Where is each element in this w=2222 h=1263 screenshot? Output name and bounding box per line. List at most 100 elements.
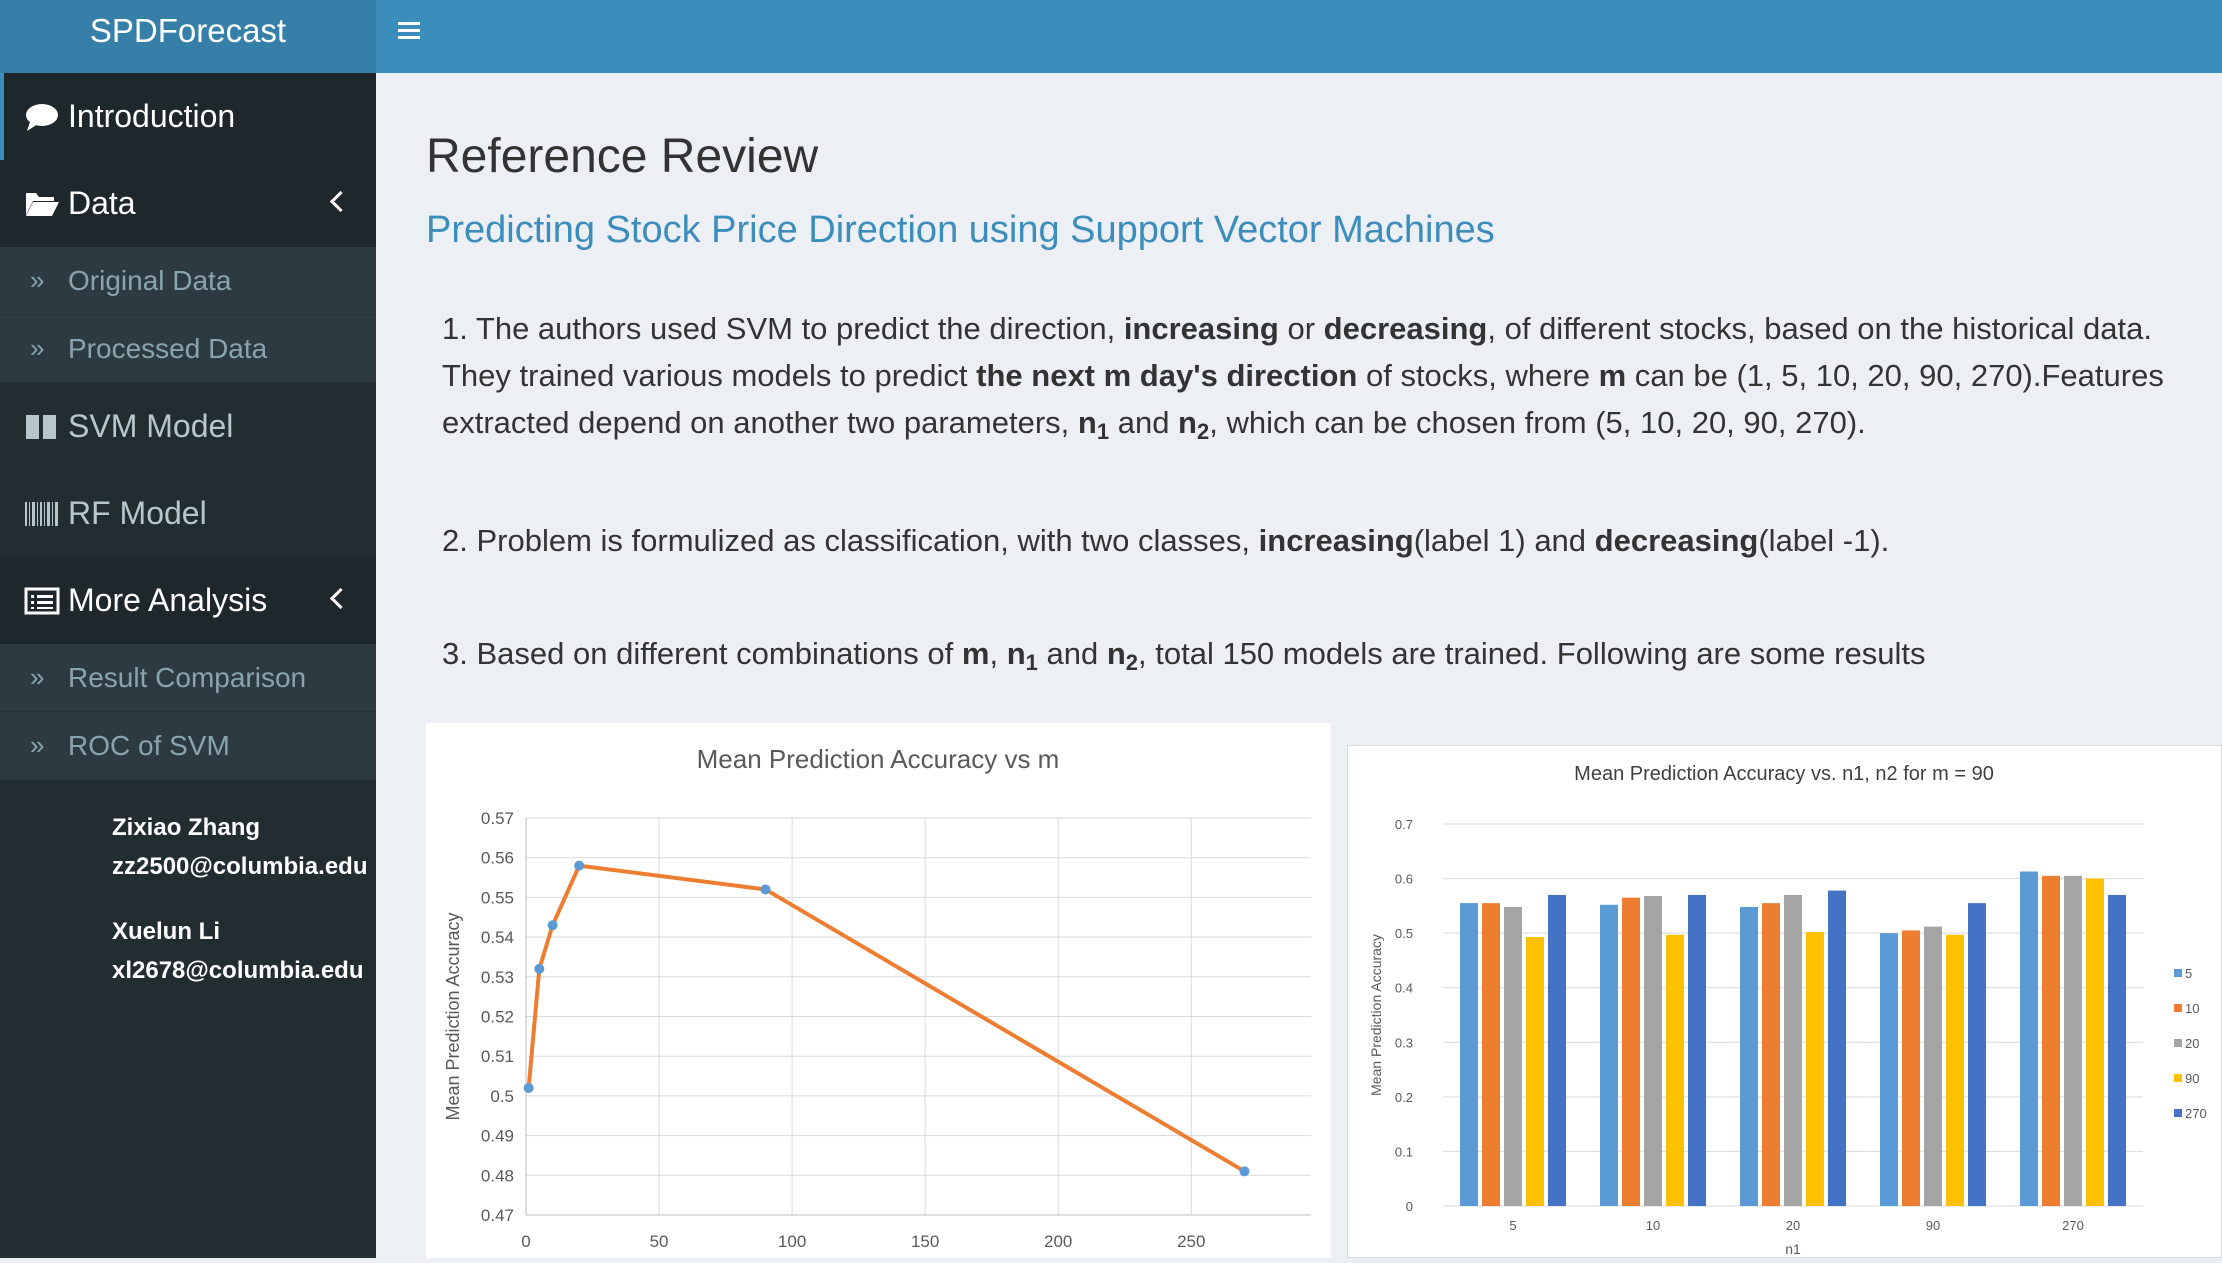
chevron-left-icon bbox=[329, 587, 352, 610]
app-logo[interactable]: SPDForecast bbox=[0, 0, 376, 73]
bar bbox=[1762, 903, 1780, 1206]
bar bbox=[2020, 871, 2038, 1206]
sidebar-item-introduction[interactable]: Introduction bbox=[0, 73, 376, 160]
y-tick-label: 0.6 bbox=[1395, 872, 1413, 887]
sidebar-item-data[interactable]: Data bbox=[0, 160, 376, 247]
sidebar-item-rf-model[interactable]: RF Model bbox=[0, 470, 376, 557]
sidebar-item-label: Original Data bbox=[68, 264, 232, 296]
chart-title: Mean Prediction Accuracy vs m bbox=[697, 744, 1060, 774]
bar bbox=[1460, 903, 1478, 1206]
bar bbox=[1600, 904, 1618, 1206]
paragraph-2: 2. Problem is formulized as classificati… bbox=[442, 523, 1890, 558]
data-point bbox=[534, 963, 545, 974]
double-chevron-icon: » bbox=[30, 662, 45, 692]
x-tick-label: 100 bbox=[778, 1232, 806, 1251]
legend-label: 270 bbox=[2185, 1106, 2207, 1121]
author-email: zz2500@columbia.edu bbox=[112, 853, 368, 880]
sidebar-item-label: RF Model bbox=[68, 495, 207, 531]
author-email: xl2678@columbia.edu bbox=[112, 957, 364, 984]
data-point bbox=[760, 884, 771, 895]
sidebar: Introduction Data » Original Data » Proc… bbox=[0, 73, 376, 1258]
main-content: Reference Review Predicting Stock Price … bbox=[376, 73, 2222, 1258]
sidebar-item-more-analysis[interactable]: More Analysis bbox=[0, 557, 376, 644]
sidebar-item-roc-of-svm[interactable]: » ROC of SVM bbox=[0, 712, 376, 780]
chevron-left-icon bbox=[329, 190, 352, 213]
legend-swatch bbox=[2174, 969, 2182, 977]
sidebar-toggle-icon[interactable] bbox=[398, 22, 420, 40]
sidebar-item-label: Introduction bbox=[68, 98, 236, 134]
x-tick-label: 5 bbox=[1509, 1218, 1516, 1233]
bar bbox=[1548, 894, 1566, 1206]
sidebar-item-result-comparison[interactable]: » Result Comparison bbox=[0, 644, 376, 712]
y-tick-label: 0.53 bbox=[481, 968, 514, 987]
x-axis-label: n1 bbox=[1785, 1241, 1801, 1257]
brand-name: SPDForecast bbox=[89, 12, 287, 49]
y-tick-label: 0.3 bbox=[1395, 1035, 1413, 1050]
sidebar-item-label: SVM Model bbox=[68, 408, 234, 444]
y-tick-label: 0.52 bbox=[481, 1008, 514, 1027]
bar bbox=[2064, 875, 2082, 1206]
paper-title: Predicting Stock Price Direction using S… bbox=[426, 209, 1495, 251]
double-chevron-icon: » bbox=[30, 730, 45, 760]
y-tick-label: 0.1 bbox=[1395, 1144, 1413, 1159]
x-tick-label: 90 bbox=[1926, 1218, 1940, 1233]
y-tick-label: 0.48 bbox=[481, 1166, 514, 1185]
author-entry: Xuelun Li xl2678@columbia.edu bbox=[0, 912, 376, 990]
double-chevron-icon: » bbox=[30, 265, 45, 295]
sidebar-item-label: Data bbox=[68, 185, 136, 221]
y-tick-label: 0.49 bbox=[481, 1127, 514, 1146]
y-tick-label: 0.51 bbox=[481, 1047, 514, 1066]
bar bbox=[1880, 933, 1898, 1206]
legend-label: 90 bbox=[2185, 1071, 2199, 1086]
data-point bbox=[523, 1082, 534, 1093]
x-tick-label: 20 bbox=[1786, 1218, 1800, 1233]
series-line bbox=[526, 863, 1246, 1174]
y-tick-label: 0.56 bbox=[481, 849, 514, 868]
x-tick-label: 200 bbox=[1044, 1232, 1072, 1251]
bar bbox=[2086, 878, 2104, 1206]
legend-label: 10 bbox=[2185, 1001, 2199, 1016]
y-tick-label: 0.7 bbox=[1395, 817, 1413, 832]
x-tick-label: 0 bbox=[521, 1232, 530, 1251]
barcode-icon bbox=[25, 501, 58, 526]
y-tick-label: 0.55 bbox=[481, 888, 514, 907]
sidebar-item-svm-model[interactable]: SVM Model bbox=[0, 383, 376, 470]
bar-chart: Mean Prediction Accuracy vs. n1, n2 for … bbox=[1368, 763, 2207, 1257]
list-alt-icon bbox=[24, 587, 60, 614]
y-tick-label: 0 bbox=[1406, 1199, 1413, 1214]
x-tick-label: 270 bbox=[2062, 1218, 2084, 1233]
author-name: Zixiao Zhang bbox=[112, 814, 261, 841]
sidebar-item-label: ROC of SVM bbox=[68, 729, 230, 761]
folder-open-icon bbox=[26, 192, 59, 216]
data-point bbox=[574, 860, 585, 871]
sidebar-item-processed-data[interactable]: » Processed Data bbox=[0, 315, 376, 383]
data-point bbox=[547, 920, 558, 931]
y-tick-label: 0.57 bbox=[481, 809, 514, 828]
comment-icon bbox=[26, 103, 58, 131]
y-tick-label: 0.2 bbox=[1395, 1090, 1413, 1105]
top-navbar bbox=[376, 0, 2222, 73]
bar bbox=[1644, 896, 1662, 1206]
bar bbox=[1946, 934, 1964, 1206]
author-name: Xuelun Li bbox=[112, 918, 220, 945]
y-tick-label: 0.54 bbox=[481, 928, 514, 947]
y-tick-label: 0.47 bbox=[481, 1206, 514, 1225]
sidebar-item-original-data[interactable]: » Original Data bbox=[0, 247, 376, 315]
legend-swatch bbox=[2174, 1004, 2182, 1012]
y-tick-label: 0.5 bbox=[1395, 926, 1413, 941]
paragraph-1: 1. The authors used SVM to predict the d… bbox=[442, 311, 2164, 444]
legend-swatch bbox=[2174, 1074, 2182, 1082]
paragraph-3: 3. Based on different combinations of m,… bbox=[442, 636, 1926, 675]
sidebar-item-label: More Analysis bbox=[68, 582, 268, 618]
bar bbox=[1924, 926, 1942, 1206]
bar bbox=[1784, 894, 1802, 1206]
page-title: Reference Review bbox=[426, 130, 819, 183]
bar-chart-figure: Mean Prediction Accuracy vs. n1, n2 for … bbox=[1347, 745, 2222, 1258]
line-chart: Mean Prediction Accuracy vs m 0.47 0.48 0.4… bbox=[443, 744, 1311, 1251]
legend-label: 5 bbox=[2185, 966, 2192, 981]
bar bbox=[1526, 936, 1544, 1206]
data-point bbox=[1239, 1166, 1250, 1177]
y-tick-label: 0.4 bbox=[1395, 981, 1413, 996]
bar bbox=[1666, 934, 1684, 1206]
double-chevron-icon: » bbox=[30, 333, 45, 363]
